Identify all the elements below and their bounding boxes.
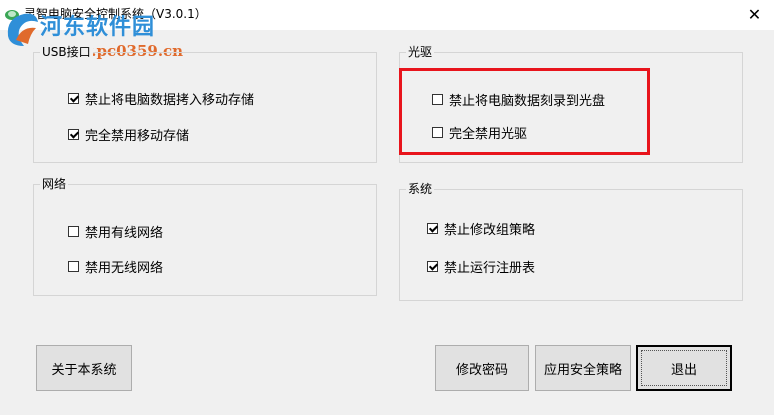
optical-group-label: 光驱 (406, 44, 435, 60)
exit-button-label: 退出 (670, 362, 697, 378)
checkbox-label: 完全禁用光驱 (449, 127, 528, 142)
checkbox-label: 禁用有线网络 (85, 226, 164, 241)
system-block-gpedit-checkbox[interactable]: 禁止修改组策略 (427, 219, 535, 238)
checkbox-label: 禁止运行注册表 (444, 261, 536, 276)
watermark-site-name: 河东软件园 (40, 14, 156, 40)
watermark-logo-icon (7, 13, 39, 47)
checkbox-checked-icon[interactable] (427, 223, 438, 234)
close-button[interactable]: ✕ (735, 0, 774, 30)
system-group-label: 系统 (406, 181, 435, 197)
apply-policy-button[interactable]: 应用安全策略 (535, 345, 631, 391)
system-group: 系统 (399, 181, 743, 301)
exit-button[interactable]: 退出 (636, 345, 732, 391)
checkbox-label: 禁止将电脑数据刻录到光盘 (449, 94, 606, 109)
checkbox-label: 禁止将电脑数据拷入移动存储 (85, 93, 255, 108)
usb-disable-storage-checkbox[interactable]: 完全禁用移动存储 (68, 125, 189, 144)
checkbox-checked-icon[interactable] (427, 261, 438, 272)
network-disable-wired-checkbox[interactable]: 禁用有线网络 (68, 222, 163, 241)
network-group-label: 网络 (40, 176, 69, 192)
checkbox-unchecked-icon[interactable] (68, 261, 79, 272)
change-password-button[interactable]: 修改密码 (435, 345, 529, 391)
usb-group-label: USB接口 (40, 44, 93, 60)
checkbox-unchecked-icon[interactable] (432, 94, 443, 105)
optical-block-burn-checkbox[interactable]: 禁止将电脑数据刻录到光盘 (432, 90, 605, 109)
checkbox-unchecked-icon[interactable] (432, 127, 443, 138)
checkbox-label: 完全禁用移动存储 (85, 129, 190, 144)
checkbox-label: 禁用无线网络 (85, 261, 164, 276)
checkbox-unchecked-icon[interactable] (68, 226, 79, 237)
checkbox-checked-icon[interactable] (68, 129, 79, 140)
checkbox-label: 禁止修改组策略 (444, 223, 536, 238)
about-button[interactable]: 关于本系统 (36, 345, 132, 391)
optical-disable-drive-checkbox[interactable]: 完全禁用光驱 (432, 123, 527, 142)
system-block-regedit-checkbox[interactable]: 禁止运行注册表 (427, 257, 535, 276)
checkbox-checked-icon[interactable] (68, 93, 79, 104)
network-disable-wireless-checkbox[interactable]: 禁用无线网络 (68, 257, 163, 276)
usb-block-copy-checkbox[interactable]: 禁止将电脑数据拷入移动存储 (68, 89, 254, 108)
